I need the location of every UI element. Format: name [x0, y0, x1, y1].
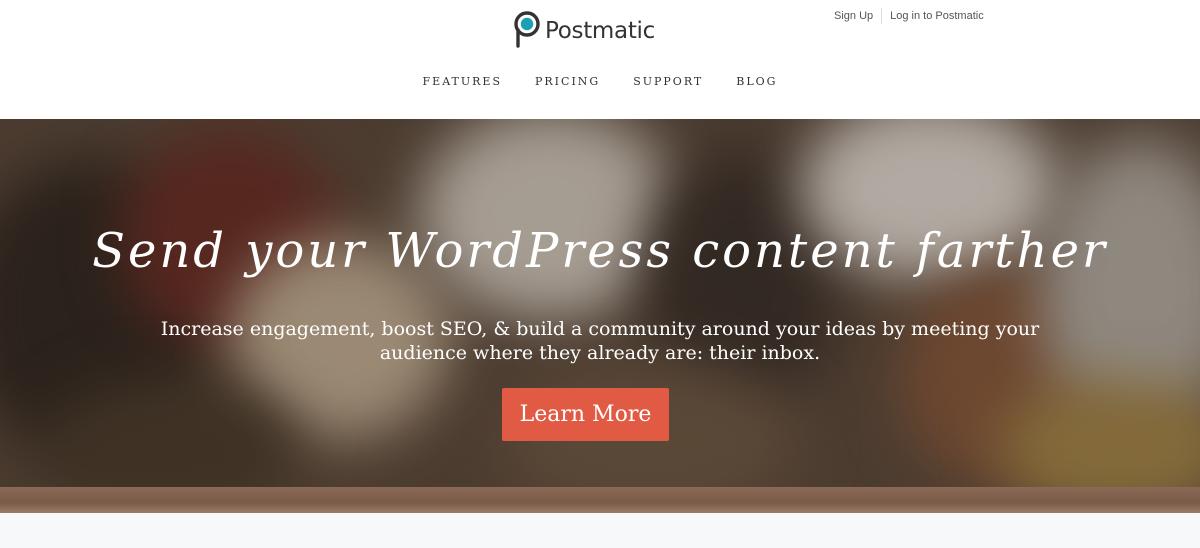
nav-item-blog[interactable]: BLOG	[736, 75, 777, 88]
logo[interactable]: Postmatic	[512, 10, 655, 53]
postmatic-logo-icon	[512, 10, 542, 53]
login-link[interactable]: Log in to Postmatic	[882, 10, 992, 22]
hero-background-image	[0, 119, 1200, 513]
nav-item-support[interactable]: SUPPORT	[633, 75, 703, 88]
hero-title: Send your WordPress content farther	[92, 223, 1108, 279]
learn-more-button[interactable]: Learn More	[502, 388, 669, 441]
nav-item-pricing[interactable]: PRICING	[535, 75, 600, 88]
main-nav: FEATURES PRICING SUPPORT BLOG	[0, 75, 1200, 88]
logo-text: Postmatic	[545, 18, 655, 44]
site-header: Postmatic Sign Up Log in to Postmatic FE…	[0, 0, 1200, 119]
account-links: Sign Up Log in to Postmatic	[826, 7, 992, 25]
nav-item-features[interactable]: FEATURES	[423, 75, 502, 88]
hero-section: Send your WordPress content farther Incr…	[0, 119, 1200, 513]
sign-up-link[interactable]: Sign Up	[826, 10, 881, 22]
content-section	[0, 513, 1200, 548]
hero-subtitle: Increase engagement, boost SEO, & build …	[160, 318, 1040, 364]
